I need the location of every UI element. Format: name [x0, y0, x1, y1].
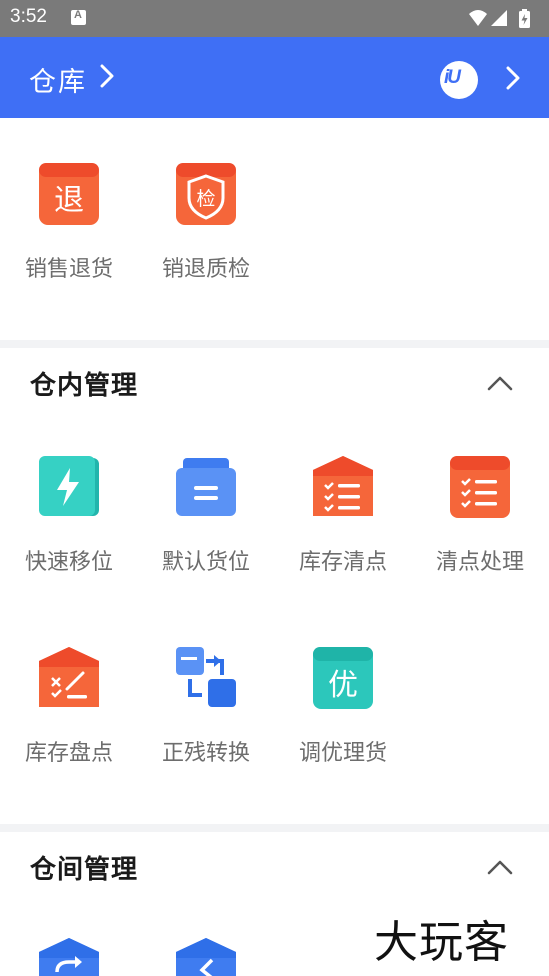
notification-icon: A [71, 9, 86, 25]
watermark-logo: 大玩客 [374, 917, 509, 968]
status-time: 3:52 [10, 6, 47, 27]
tile-label: 库存盘点 [24, 741, 113, 766]
count-process-icon [450, 456, 510, 518]
tile-label: 销退质检 [161, 257, 250, 282]
optimize-icon: 优 [313, 647, 373, 709]
battery-icon [519, 9, 530, 28]
default-slot-icon [176, 458, 236, 516]
lightning-icon [39, 456, 99, 516]
status-icons [467, 8, 537, 34]
section-title: 仓内管理 [30, 371, 139, 401]
tile-label: 销售退货 [24, 257, 113, 282]
svg-text:检: 检 [196, 188, 215, 210]
tile-label: 快速移位 [24, 550, 113, 575]
warehouse-title[interactable]: 仓库 [29, 60, 87, 99]
tile-label: 调优理货 [298, 741, 387, 766]
convert-icon [176, 647, 236, 707]
chevron-right-icon[interactable] [99, 64, 115, 88]
transfer-return-icon[interactable] [174, 938, 238, 976]
returns-section: 退 销售退货 检 销退质检 [0, 118, 549, 340]
chevron-right-icon[interactable] [505, 66, 521, 90]
tile-label: 清点处理 [435, 550, 524, 575]
signal-icon [491, 10, 507, 26]
inspection-shield-icon: 检 [176, 163, 236, 225]
tile-label: 正残转换 [161, 741, 250, 766]
app-logo-icon[interactable]: iU [440, 61, 478, 99]
status-bar: 3:52 A [0, 0, 549, 37]
chevron-up-icon[interactable] [487, 375, 513, 391]
return-icon: 退 [39, 163, 99, 225]
tile-label: 默认货位 [161, 550, 250, 575]
in-warehouse-section: 仓内管理 快速移位 默认货位 库存清点 清点处理 库存盘点 正残转换 优 调优理… [0, 348, 549, 824]
header-bar: 仓库 iU [0, 37, 549, 118]
wifi-icon [469, 10, 487, 26]
inventory-count-icon [313, 456, 373, 516]
tile-label: 库存清点 [298, 550, 387, 575]
svg-text:退: 退 [54, 183, 84, 218]
transfer-icon[interactable] [37, 938, 101, 976]
section-title: 仓间管理 [30, 855, 139, 885]
svg-text:优: 优 [328, 668, 358, 703]
chevron-up-icon[interactable] [487, 859, 513, 875]
stocktake-icon [39, 647, 99, 707]
